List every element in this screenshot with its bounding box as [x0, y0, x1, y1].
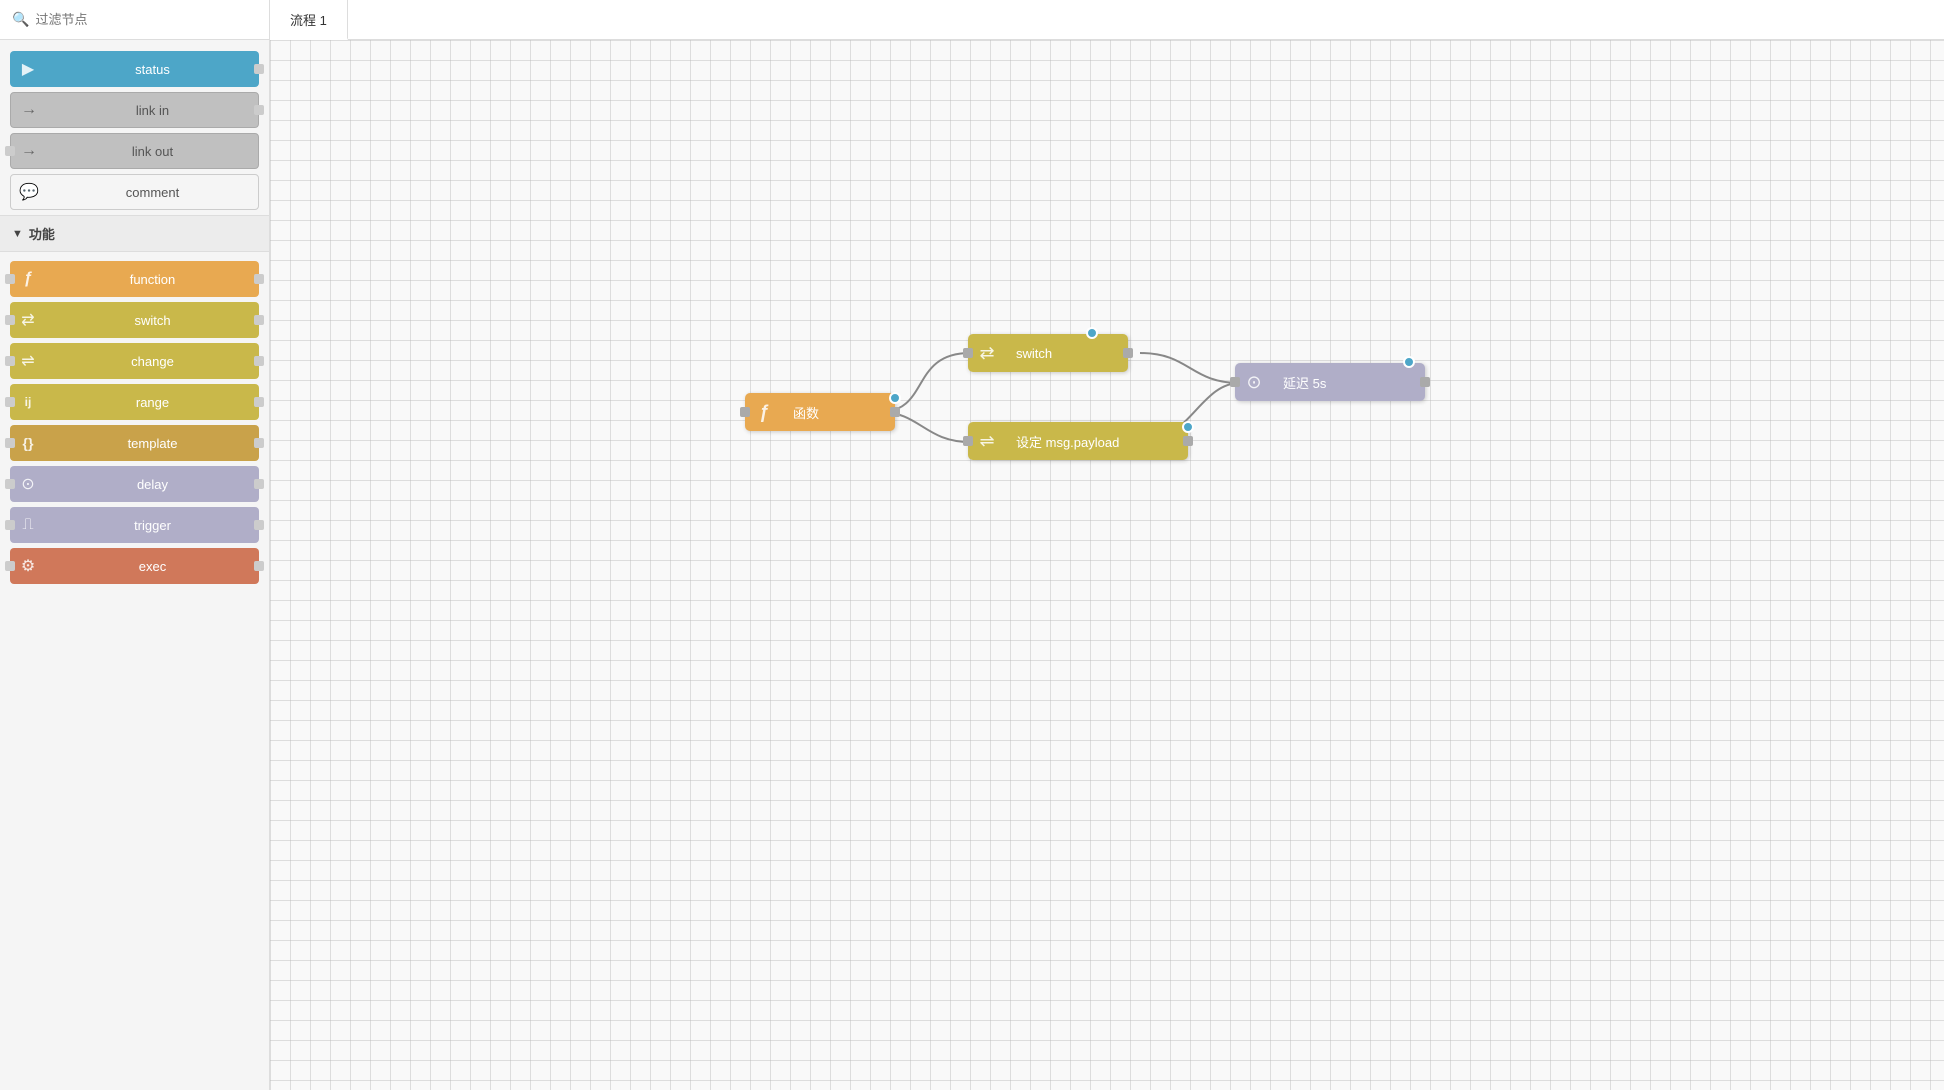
- search-icon: 🔍: [12, 11, 29, 28]
- node-item-switch[interactable]: ⇄ switch: [10, 302, 259, 338]
- section-function-label: 功能: [29, 224, 55, 243]
- status-port-right: [254, 64, 264, 74]
- change-canvas-icon: ⇌: [968, 422, 1006, 460]
- switch-port-right: [254, 315, 264, 325]
- tab-area: 流程 1: [270, 0, 348, 39]
- switch-canvas-icon: ⇄: [968, 334, 1006, 372]
- link-in-icon: →: [11, 93, 47, 127]
- flow-node-change[interactable]: ⇌ 设定 msg.payload: [968, 422, 1188, 460]
- section-function[interactable]: ▼ 功能: [0, 215, 269, 252]
- switch-canvas-port-left: [963, 348, 973, 358]
- flow-node-delay[interactable]: ⊙ 延迟 5s: [1235, 363, 1425, 401]
- trigger-port-left: [5, 520, 15, 530]
- switch-label: switch: [46, 313, 259, 328]
- comment-label: comment: [47, 185, 258, 200]
- function-port-right: [254, 274, 264, 284]
- template-port-left: [5, 438, 15, 448]
- exec-icon: ⚙: [10, 548, 46, 584]
- delay-port-right: [254, 479, 264, 489]
- func-port-right: [890, 407, 900, 417]
- change-canvas-port-right: [1183, 436, 1193, 446]
- node-item-change[interactable]: ⇌ change: [10, 343, 259, 379]
- node-item-delay[interactable]: ⊙ delay: [10, 466, 259, 502]
- canvas-area[interactable]: ƒ 函数 ⇄ switch ⇌ 设定 msg.payload ⊙: [270, 40, 1944, 1090]
- change-port-right: [254, 356, 264, 366]
- link-out-icon: →: [11, 134, 47, 168]
- template-port-right: [254, 438, 264, 448]
- trigger-icon: ⎍: [10, 507, 46, 543]
- link-out-label: link out: [47, 144, 258, 159]
- node-item-template[interactable]: {} template: [10, 425, 259, 461]
- switch-canvas-port-right: [1123, 348, 1133, 358]
- exec-port-left: [5, 561, 15, 571]
- exec-port-right: [254, 561, 264, 571]
- delay-canvas-port-right: [1420, 377, 1430, 387]
- func-dot: [889, 392, 901, 404]
- func-port-left: [740, 407, 750, 417]
- flow-node-func[interactable]: ƒ 函数: [745, 393, 895, 431]
- node-item-exec[interactable]: ⚙ exec: [10, 548, 259, 584]
- link-out-port-left: [5, 146, 15, 156]
- change-canvas-label: 设定 msg.payload: [1006, 432, 1133, 451]
- delay-icon: ⊙: [10, 466, 46, 502]
- trigger-label: trigger: [46, 518, 259, 533]
- delay-canvas-label: 延迟 5s: [1273, 373, 1340, 392]
- change-label: change: [46, 354, 259, 369]
- main-layout: ▶ status → link in → link out: [0, 40, 1944, 1090]
- range-icon: ij: [10, 384, 46, 420]
- sidebar: ▶ status → link in → link out: [0, 40, 270, 1090]
- search-input[interactable]: [35, 12, 257, 27]
- func-icon: ƒ: [745, 393, 783, 431]
- connections-svg: [270, 40, 1944, 1090]
- flow-node-switch[interactable]: ⇄ switch: [968, 334, 1128, 372]
- change-canvas-port-left: [963, 436, 973, 446]
- chevron-down-icon: ▼: [12, 228, 23, 240]
- template-icon: {}: [10, 425, 46, 461]
- search-area: 🔍: [0, 0, 270, 39]
- switch-icon: ⇄: [10, 302, 46, 338]
- node-item-status[interactable]: ▶ status: [10, 51, 259, 87]
- status-label: status: [46, 62, 259, 77]
- template-label: template: [46, 436, 259, 451]
- status-icon: ▶: [10, 51, 46, 87]
- node-item-range[interactable]: ij range: [10, 384, 259, 420]
- range-port-right: [254, 397, 264, 407]
- switch-port-left: [5, 315, 15, 325]
- trigger-port-right: [254, 520, 264, 530]
- delay-port-left: [5, 479, 15, 489]
- delay-canvas-icon: ⊙: [1235, 363, 1273, 401]
- switch-dot: [1086, 327, 1098, 339]
- delay-dot: [1403, 356, 1415, 368]
- function-label: function: [46, 272, 259, 287]
- range-label: range: [46, 395, 259, 410]
- exec-label: exec: [46, 559, 259, 574]
- node-item-link-in[interactable]: → link in: [10, 92, 259, 128]
- top-bar: 🔍 流程 1: [0, 0, 1944, 40]
- change-icon: ⇌: [10, 343, 46, 379]
- link-in-label: link in: [47, 103, 258, 118]
- node-item-comment[interactable]: 💬 comment: [10, 174, 259, 210]
- change-dot: [1182, 421, 1194, 433]
- link-in-port-right: [254, 105, 264, 115]
- node-item-function[interactable]: ƒ function: [10, 261, 259, 297]
- node-item-link-out[interactable]: → link out: [10, 133, 259, 169]
- func-label: 函数: [783, 403, 833, 422]
- function-port-left: [5, 274, 15, 284]
- switch-canvas-label: switch: [1006, 346, 1066, 361]
- node-item-trigger[interactable]: ⎍ trigger: [10, 507, 259, 543]
- delay-canvas-port-left: [1230, 377, 1240, 387]
- delay-label: delay: [46, 477, 259, 492]
- range-port-left: [5, 397, 15, 407]
- tab-flow1[interactable]: 流程 1: [270, 0, 348, 40]
- change-port-left: [5, 356, 15, 366]
- function-icon: ƒ: [10, 261, 46, 297]
- comment-icon: 💬: [11, 175, 47, 209]
